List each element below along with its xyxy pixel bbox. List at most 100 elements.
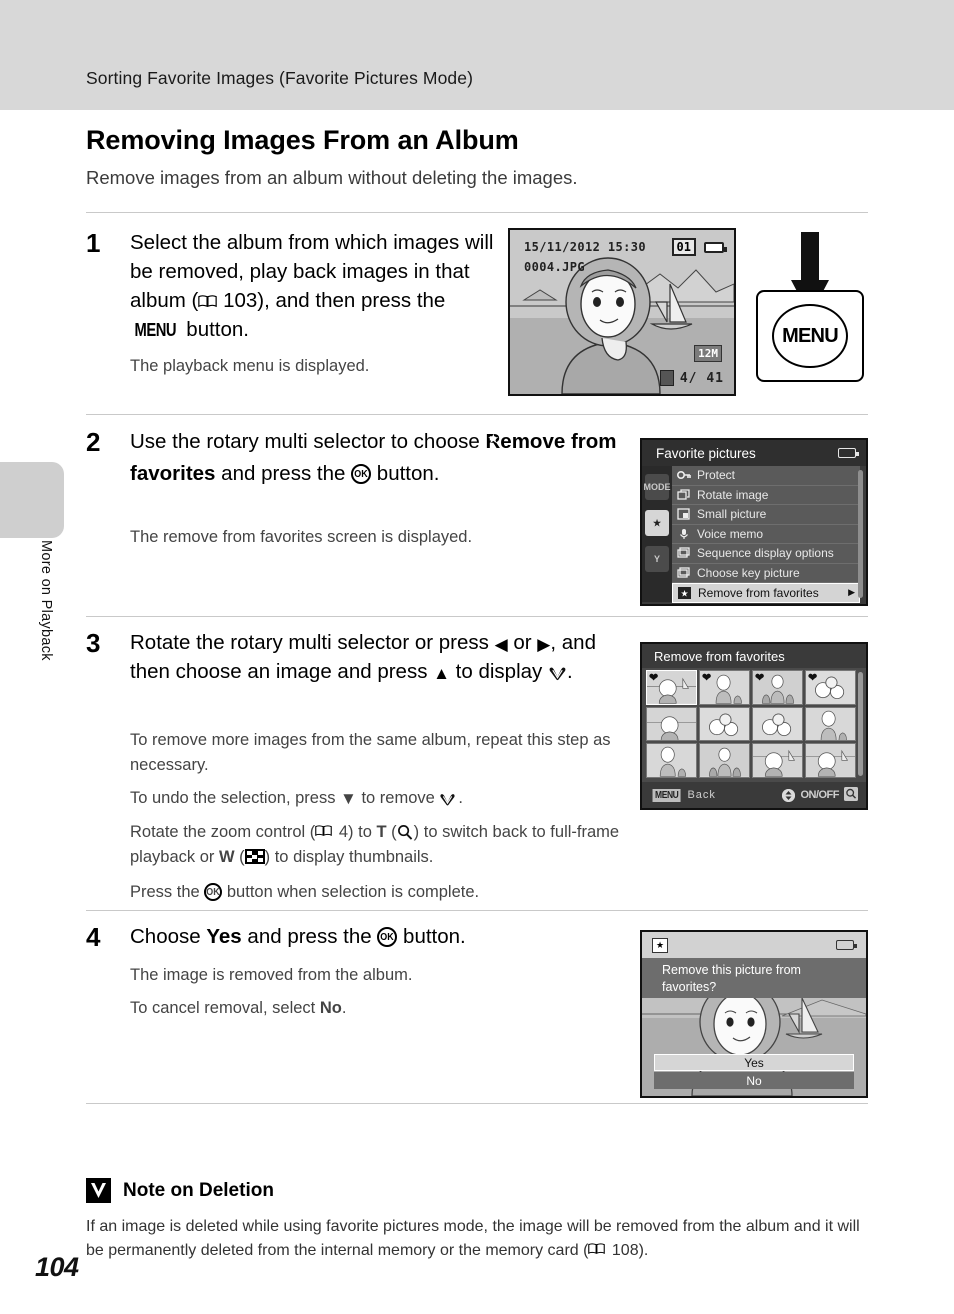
step-3-text-a: Rotate the rotary multi selector or pres…	[130, 631, 495, 654]
screen-remove-from-favorites: Remove from favorites ❤ ❤ ❤ ❤ MENU Back …	[640, 642, 868, 810]
thumbnail-cell[interactable]: ❤	[752, 670, 803, 705]
note-body-b: ).	[638, 1242, 649, 1259]
magnifier-icon	[397, 823, 414, 840]
menu-scrollbar[interactable]	[858, 470, 863, 598]
battery-icon	[838, 448, 859, 458]
step-3-note-1: To remove more images from the same albu…	[130, 731, 611, 774]
step-4-note-2: To cancel removal, select No.	[130, 996, 620, 1021]
thumbnail-grid: ❤ ❤ ❤ ❤	[646, 670, 856, 778]
screen-playback-menu: Favorite pictures MODE ★ Y Protect Rotat…	[640, 438, 868, 606]
section-title: Sorting Favorite Images (Favorite Pictur…	[86, 68, 474, 88]
step-3-note-2: To undo the selection, press ▼ to remove…	[130, 786, 620, 811]
step-2-text-b: and press the	[215, 462, 352, 485]
thumbnail-cell[interactable]	[699, 743, 750, 778]
tele-label: T	[376, 823, 387, 841]
menu-item-label: Voice memo	[697, 526, 764, 541]
thumbnail-cell[interactable]: ❤	[646, 670, 697, 705]
thumbnail-cell[interactable]	[646, 706, 697, 742]
back-label: Back	[687, 789, 716, 801]
menu-item-label: Rotate image	[697, 487, 769, 502]
thumbnail-cell[interactable]	[646, 743, 697, 778]
step-3-text-e: .	[566, 660, 573, 683]
thumbnail-cell[interactable]: ❤	[805, 670, 856, 705]
favorite-check-icon	[548, 660, 567, 681]
step-1-note: The playback menu is displayed.	[130, 357, 370, 375]
step-2-text-c: button.	[371, 462, 440, 485]
wide-label: W	[218, 848, 235, 866]
arrow-up-icon: ▲	[433, 664, 450, 683]
divider-step4	[86, 1103, 868, 1104]
magnifier-icon[interactable]	[844, 786, 858, 804]
menu-item-sequence-display-options[interactable]: Sequence display options	[672, 544, 860, 564]
menu-screen-title: Favorite pictures	[642, 440, 866, 466]
menu-item-small-picture[interactable]: Small picture	[672, 505, 860, 525]
favorite-check-icon	[439, 789, 458, 806]
note-title: Note on Deletion	[123, 1180, 274, 1201]
manual-ref-icon	[315, 824, 334, 838]
menu-item-voice-memo[interactable]: Voice memo	[672, 524, 860, 544]
step-4-note-2-b: .	[341, 999, 347, 1017]
thumbnail-cell[interactable]	[752, 743, 803, 778]
step-3-text-d: to display	[449, 660, 548, 683]
step-4-text-a: Choose	[130, 925, 207, 948]
menu-tab-favorites[interactable]: ★	[645, 510, 669, 536]
selection-check-icon: ❤	[755, 672, 765, 684]
thumbnail-cell[interactable]	[752, 706, 803, 742]
dialog-no-button[interactable]: No	[654, 1072, 854, 1089]
step-3-note-4-a: Press the	[130, 883, 205, 901]
menu-item-list: Protect Rotate image Small picture Voice…	[672, 466, 860, 603]
dialog-yes-button[interactable]: Yes	[654, 1054, 854, 1071]
menu-item-remove-from-favorites[interactable]: ★ Remove from favorites ▶	[672, 583, 860, 603]
thumbnail-cell[interactable]: ❤	[699, 670, 750, 705]
chapter-thumb-tab	[0, 462, 64, 538]
star-icon: ★	[677, 586, 692, 599]
thumbnail-cell[interactable]	[699, 706, 750, 742]
photo-line-art	[510, 257, 734, 394]
battery-icon	[704, 242, 727, 253]
menu-item-label: Sequence display options	[697, 546, 834, 561]
note-ref-page: 108	[611, 1242, 639, 1259]
key-icon	[676, 469, 691, 482]
menu-item-label: Choose key picture	[697, 565, 800, 580]
rotate-icon	[676, 488, 691, 501]
step-3-number: 3	[86, 628, 101, 658]
menu-button-illustration: MENU	[756, 232, 868, 387]
battery-icon	[836, 940, 857, 950]
step-3-note-3: Rotate the zoom control ( 4) to T () to …	[130, 820, 620, 870]
dialog-message: Remove this picture from favorites?	[642, 958, 866, 998]
menu-item-label: Remove from favorites	[698, 585, 819, 600]
chevron-right-icon: ▶	[848, 587, 855, 598]
thumbnail-view-icon	[244, 849, 265, 864]
yes-option-label: Yes	[206, 925, 242, 948]
thumbnail-cell[interactable]	[805, 706, 856, 742]
step-3-text-b: or	[507, 631, 538, 654]
menu-tab-setup[interactable]: Y	[645, 546, 669, 572]
thumbnail-cell[interactable]	[805, 743, 856, 778]
step-2-note: The remove from favorites screen is disp…	[130, 528, 473, 546]
divider-top	[86, 212, 868, 213]
screen-playback: 15/11/2012 15:30 0004.JPG 01 12M 4/ 41	[508, 228, 736, 396]
menu-tab-mode[interactable]: MODE	[644, 474, 671, 500]
step-4-number: 4	[86, 922, 101, 952]
menu-item-label: Small picture	[697, 507, 767, 522]
menu-item-protect[interactable]: Protect	[672, 466, 860, 486]
step-3-note-4: Press the button when selection is compl…	[130, 880, 620, 905]
svg-text:★: ★	[680, 588, 688, 598]
menu-tag[interactable]: MENU	[652, 788, 681, 802]
photo-date: 15/11/2012 15:30	[524, 240, 646, 254]
step-3-note-3-a: Rotate the zoom control (	[130, 823, 316, 841]
small-picture-icon	[676, 508, 691, 521]
divider-step3	[86, 910, 868, 911]
step-2-number: 2	[86, 427, 101, 457]
chapter-label: More on Playback	[38, 540, 54, 661]
divider-step2	[86, 616, 868, 617]
ok-button-icon	[204, 883, 223, 901]
menu-item-rotate-image[interactable]: Rotate image	[672, 485, 860, 505]
ok-button-icon	[351, 464, 372, 484]
step-3-note-4-b: button when selection is complete.	[222, 883, 480, 901]
thumbnails-screen-title: Remove from favorites	[642, 644, 866, 668]
step-3-note-3-f: ) to display thumbnails.	[264, 848, 434, 866]
caution-icon	[86, 1178, 111, 1203]
menu-item-choose-key-picture[interactable]: Choose key picture	[672, 563, 860, 583]
thumbnails-scrollbar[interactable]	[858, 672, 863, 776]
